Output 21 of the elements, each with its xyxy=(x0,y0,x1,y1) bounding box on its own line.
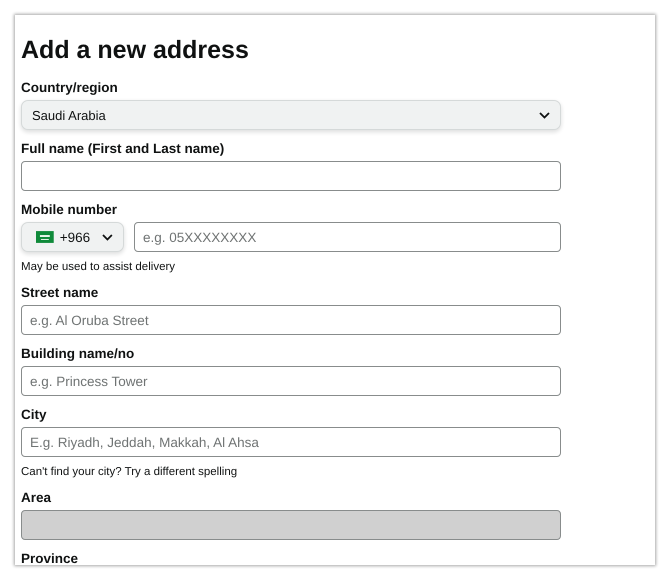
field-label: Area xyxy=(21,489,52,507)
field-label: Country/region xyxy=(21,79,119,97)
text-input[interactable]: E.g. Riyadh, Jeddah, Makkah, Al Ahsa xyxy=(21,427,561,457)
field-label: Mobile number xyxy=(21,201,118,219)
field-hint: Can't find your city? Try a different spelling xyxy=(21,465,238,479)
field-label: Province xyxy=(21,550,80,565)
text-input[interactable]: e.g. Al Oruba Street xyxy=(21,305,561,335)
field-label: Full name (First and Last name) xyxy=(21,140,226,158)
field-label: Building name/no xyxy=(21,345,136,363)
text-input[interactable] xyxy=(21,161,561,191)
phone-input[interactable]: e.g. 05XXXXXXXX xyxy=(134,222,561,252)
flag-icon xyxy=(36,231,54,243)
chevron-down-icon xyxy=(102,234,113,240)
field-hint: May be used to assist delivery xyxy=(21,260,176,274)
page-title: Add a new address xyxy=(21,35,250,65)
field-label: Street name xyxy=(21,284,100,302)
chevron-down-icon xyxy=(539,112,550,118)
text-input[interactable]: e.g. Princess Tower xyxy=(21,366,561,396)
field-label: City xyxy=(21,406,48,424)
country-dropdown[interactable]: Saudi Arabia xyxy=(21,100,561,130)
country-code-dropdown[interactable]: +966 xyxy=(21,222,124,252)
